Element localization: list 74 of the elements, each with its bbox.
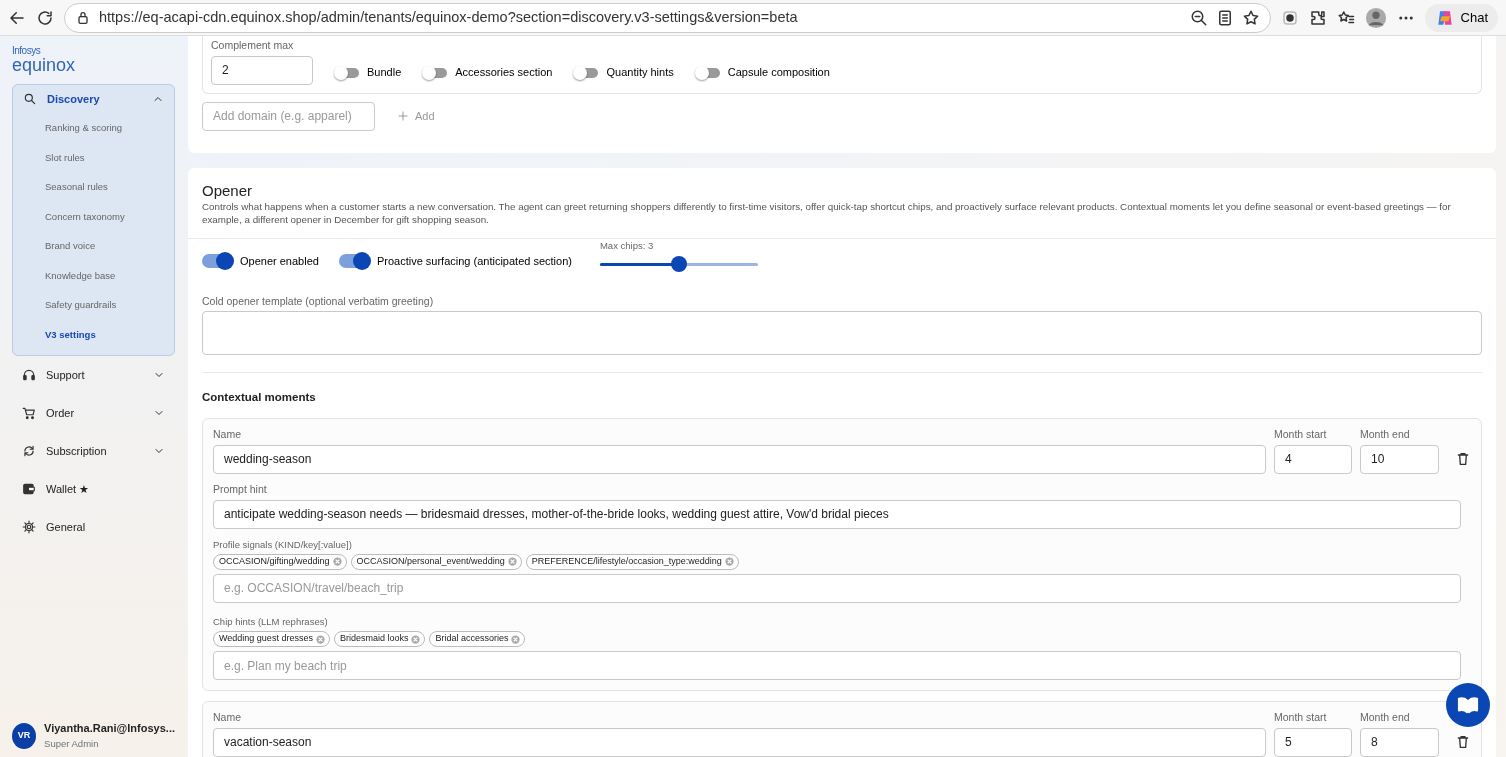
field-label: Prompt hint [213,481,268,497]
section-title: Opener [202,181,254,200]
sidebar-subitem[interactable]: Seasonal rules [13,172,174,202]
field-label: Chip hints (LLM rephrases) [213,614,329,629]
field-label: Cold opener template (optional verbatim greeting) [202,293,435,309]
sync-icon [22,444,36,458]
input-field[interactable]: 8 [1360,727,1439,757]
trash-icon [1455,450,1471,467]
gear-icon [22,520,36,534]
slider-thumb[interactable] [670,256,687,273]
input-field[interactable]: 5 [1274,727,1352,757]
input-field[interactable]: anticipate wedding-season needs — bridesmaid dresses, mother-of-the-bride looks, wedding guest attire, Vow'd bridal pieces [213,499,1461,529]
field-label: Month end [1360,710,1411,726]
field-label: Month start [1274,710,1328,726]
toggle-switch[interactable]: Proactive surfacing (anticipated section) [338,253,572,270]
lock-icon [75,9,91,26]
profile-icon[interactable] [1364,6,1387,29]
zoom-out-icon[interactable] [1189,8,1208,27]
cart-icon [22,406,36,420]
sidebar-subitem[interactable]: Ranking & scoring [13,113,174,143]
section-description: Controls what happens when a customer starts a new conversation. The agent can greet returning shoppers differently to first-time visitors, offer quick-tap shortcut chips, and proactively surface relevant products. Contextual moments let you define seasonal or event-based greetings — for example, a different opener in December for gift shopping season. [202,199,1452,227]
sidebar-item[interactable]: Discovery [13,85,174,113]
address-bar[interactable]: https://eq-acapi-cdn.equinox.shop/admin/tenants/equinox-demo?section=discovery.v3-settings&version=beta [64,2,1271,33]
input-field[interactable]: Add domain (e.g. apparel) [202,101,375,131]
sidebar-subitem[interactable]: Knowledge base [13,260,174,290]
wallet-icon [22,482,36,496]
search-icon [23,92,37,106]
sidebar-item[interactable]: Subscription [12,432,175,470]
sidebar-item[interactable]: General [12,508,175,546]
trash-icon [1455,733,1471,750]
logo-wordmark: equinox [12,56,77,74]
slider-label: Max chips: 3 [599,238,655,253]
subsection-title: Contextual moments [202,389,317,405]
sidebar-subitem[interactable]: Slot rules [13,142,174,172]
sidebar-subitem[interactable]: Concern taxonomy [13,201,174,231]
field-label: Complement max [211,38,295,53]
toggle-switch[interactable]: Opener enabled [202,253,319,270]
input-field[interactable]: 4 [1274,444,1352,474]
input-field[interactable]: e.g. OCCASION/travel/beach_trip [213,573,1461,603]
field-label: Month start [1274,427,1328,443]
sidebar-subitem[interactable]: Safety guardrails [13,290,174,320]
logo-text: Infosys [12,46,42,56]
sidebar-subitem[interactable]: V3 settings [13,319,174,349]
user-role: Super Admin [44,736,100,751]
tag-chip[interactable]: OCCASION/personal_event/wedding [350,553,522,570]
puzzle-icon[interactable] [1308,8,1327,27]
user-avatar: VR [12,722,37,749]
input-field[interactable]: wedding-season [213,444,1266,474]
plus-icon [397,110,409,123]
input-field[interactable]: e.g. Plan my beach trip [213,651,1461,681]
tag-chip[interactable]: Wedding guest dresses [213,631,330,648]
headset-icon [22,368,36,382]
tag-chip[interactable]: Bridal accessories [429,631,526,648]
field-label: Profile signals (KIND/key[:value]) [213,537,353,552]
book-icon [1457,694,1479,716]
input-field[interactable]: vacation-season [213,727,1266,757]
input-field[interactable]: 10 [1360,444,1439,474]
sidebar-item[interactable]: Wallet ★ [12,470,175,508]
sidebar-subitem[interactable]: Brand voice [13,231,174,261]
sidebar-item[interactable]: Support [12,356,175,394]
reload-icon [36,9,54,28]
tag-chip[interactable]: OCCASION/gifting/wedding [213,553,347,570]
field-label: Name [213,427,242,443]
url-text: https://eq-acapi-cdn.equinox.shop/admin/tenants/equinox-demo?section=discovery.v3-settings&version=beta [99,7,799,27]
input-field[interactable]: 2 [211,55,313,85]
field-label: Month end [1360,427,1411,443]
chat-button[interactable]: Chat [1424,3,1498,32]
star-icon[interactable] [1241,8,1260,27]
tag-chip[interactable]: Bridesmaid looks [333,631,426,648]
sidebar-item[interactable]: Order [12,394,175,432]
record-icon[interactable] [1280,8,1299,27]
field-label: Name [213,710,242,726]
user-name: Viyantha.Rani@Infosys... [44,721,175,737]
tag-chip[interactable]: PREFERENCE/lifestyle/occasion_type:wedding [525,553,739,570]
